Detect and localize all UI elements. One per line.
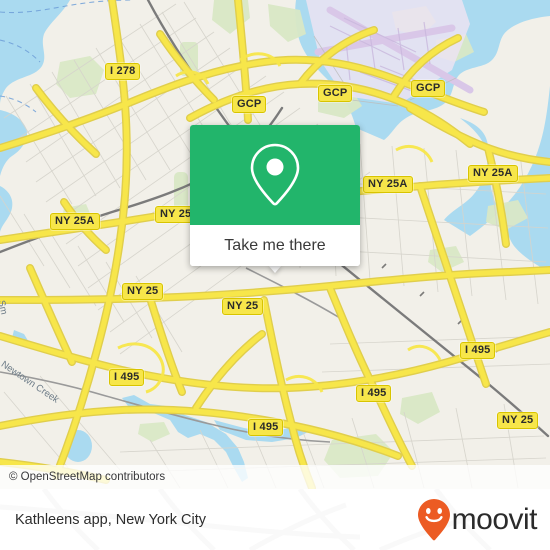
map-pin-icon [250, 143, 300, 206]
road-shield: I 495 [248, 419, 284, 436]
road-shield: NY 25 [222, 298, 264, 315]
poi-card-image-area [190, 125, 360, 225]
openstreetmap-attribution[interactable]: © OpenStreetMap contributors [0, 471, 165, 483]
road-shield: GCP [318, 85, 353, 102]
road-shield: NY 25A [468, 165, 518, 182]
map-canvas[interactable]: I 278 GCP GCP GCP NY 25A NY 25A NY 25A NY 25A NY… [0, 0, 550, 489]
road-shield: NY 25 [497, 412, 539, 429]
page-title: Kathleens app, New York City [15, 511, 207, 528]
road-shield: NY 25 [122, 283, 164, 300]
road-shield: I 495 [460, 342, 496, 359]
footer-bar: Kathleens app, New York City moovit [0, 489, 550, 550]
moovit-logo[interactable]: moovit [417, 498, 550, 542]
moovit-smiley-pin-icon [417, 498, 450, 540]
poi-popup-card[interactable]: Take me there [190, 125, 360, 266]
screenshot-root: I 278 GCP GCP GCP NY 25A NY 25A NY 25A NY 25A NY… [0, 0, 550, 550]
card-pointer-arrow [268, 265, 282, 273]
take-me-there-button-label[interactable]: Take me there [224, 237, 325, 255]
moovit-wordmark: moovit [451, 502, 538, 536]
road-shield: I 495 [356, 385, 392, 402]
road-shield: GCP [232, 96, 267, 113]
map-attribution-bar: © OpenStreetMap contributors [0, 465, 550, 489]
road-shield: I 278 [105, 63, 141, 80]
road-shield: GCP [411, 80, 446, 97]
road-shield: I 495 [109, 369, 145, 386]
road-shield: NY 25A [363, 176, 413, 193]
poi-card-action-area[interactable]: Take me there [190, 225, 360, 266]
road-shield: NY 25A [50, 213, 100, 230]
